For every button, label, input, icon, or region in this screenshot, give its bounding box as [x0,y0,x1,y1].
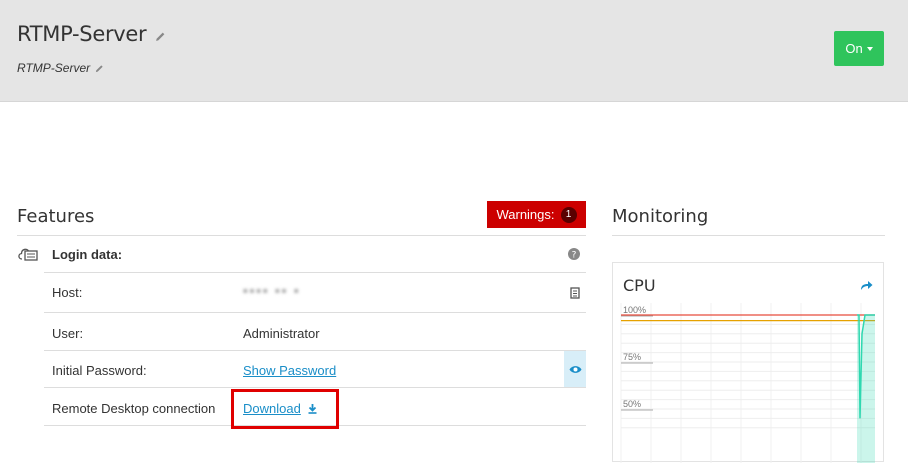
server-header: RTMP-Server RTMP-Server On [0,0,908,102]
server-subtitle: RTMP-Server [17,61,91,75]
toggle-password-visibility-button[interactable] [564,351,586,387]
power-on-dropdown-button[interactable]: On [834,31,884,66]
warnings-button[interactable]: Warnings: 1 [487,201,586,228]
user-value: Administrator [243,326,320,341]
download-highlight-box [231,389,339,429]
power-button-label: On [845,41,863,56]
warnings-label: Warnings: [496,207,555,222]
host-label: Host: [52,285,83,300]
edit-subtitle-pencil-icon[interactable] [95,62,104,76]
login-data-row: Login data: ? [44,236,586,273]
share-arrow-icon[interactable] [860,278,873,296]
remote-desktop-label: Remote Desktop connection [52,401,216,416]
user-row: User: Administrator [44,313,586,351]
monitoring-divider [612,235,885,236]
initial-password-label: Initial Password: [52,363,147,378]
eye-icon [569,365,581,373]
chevron-down-icon [866,46,873,51]
user-label: User: [52,326,84,341]
show-password-link[interactable]: Show Password [243,363,336,378]
chart-y-tick-label: 50% [623,399,641,409]
initial-password-row: Initial Password: Show Password [44,351,586,388]
monitoring-heading: Monitoring [612,206,709,227]
svg-text:?: ? [572,251,577,261]
cpu-panel: CPU 100% 75% 50% [612,262,884,463]
chart-y-tick-label: 100% [623,305,646,315]
host-row: Host: ▪▪▪▪ ▪▪ ▪ [44,273,586,313]
server-title: RTMP-Server [17,22,147,46]
chart-y-tick-label: 75% [623,352,641,362]
help-question-icon[interactable]: ? [568,248,580,263]
cpu-title: CPU [623,276,656,295]
server-subtitle-row: RTMP-Server [17,61,104,76]
cpu-chart: 100% 75% 50% [620,303,875,463]
login-data-label: Login data: [52,247,123,262]
cloud-server-icon [17,246,39,267]
features-heading: Features [17,206,95,227]
copy-clipboard-icon[interactable] [569,286,580,302]
edit-title-pencil-icon[interactable] [155,23,166,47]
warnings-count-badge: 1 [560,206,577,223]
host-value-blurred: ▪▪▪▪ ▪▪ ▪ [243,283,301,298]
page-title: RTMP-Server [17,22,166,47]
